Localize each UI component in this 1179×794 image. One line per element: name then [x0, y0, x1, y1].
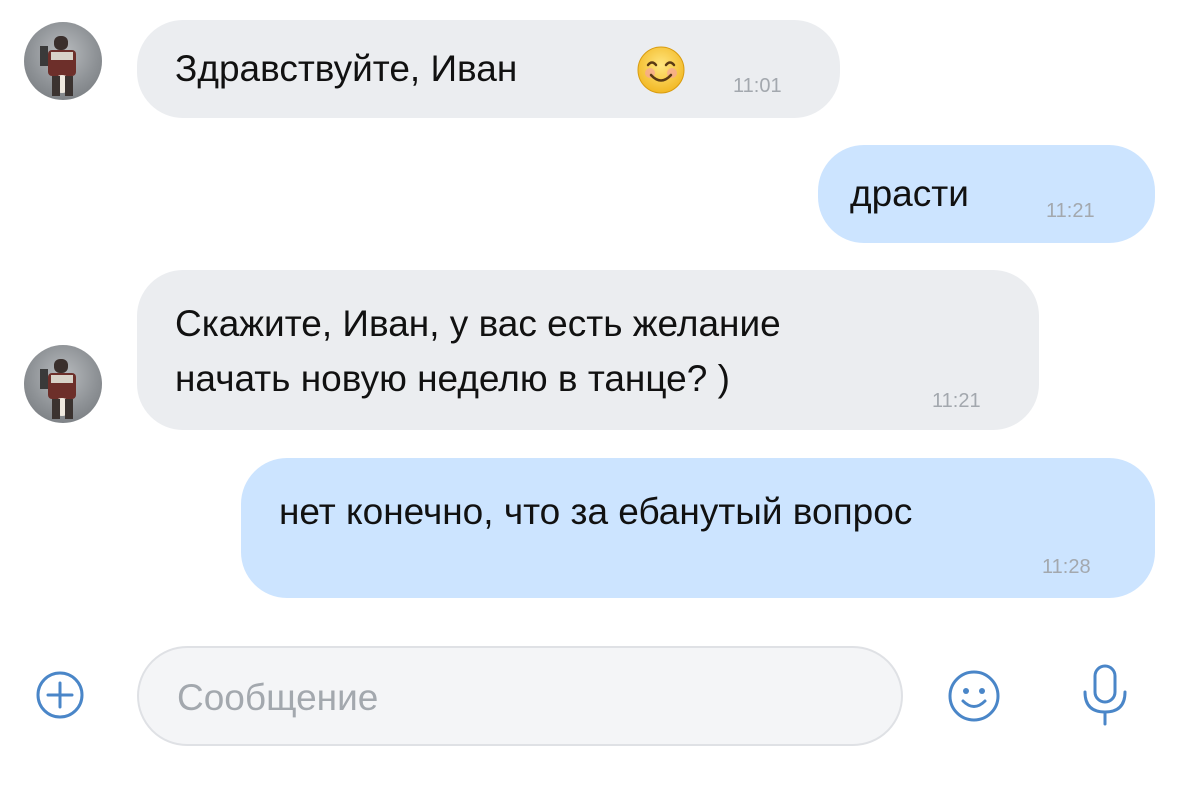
message-bubble-outgoing[interactable]: драсти 11:21 [818, 145, 1155, 243]
message-text-line-2: начать новую неделю в танце? ) [175, 358, 730, 399]
message-time: 11:21 [932, 390, 981, 412]
message-text: нет конечно, что за ебанутый вопрос [279, 491, 913, 532]
microphone-icon[interactable] [1073, 660, 1137, 730]
message-time: 11:28 [1042, 556, 1091, 578]
message-text-line-1: Скажите, Иван, у вас есть желание [175, 303, 781, 344]
sender-avatar[interactable] [24, 22, 102, 100]
smiling-face-emoji [637, 46, 685, 94]
message-input-placeholder: Сообщение [177, 677, 379, 718]
message-time: 11:01 [733, 75, 782, 97]
message-bubble-incoming[interactable]: Здравствуйте, Иван 11:01 [137, 20, 840, 118]
plus-circle-icon[interactable] [35, 670, 85, 720]
message-input[interactable]: Сообщение [137, 646, 903, 746]
smiley-icon[interactable] [946, 668, 1002, 724]
message-bubble-outgoing[interactable]: нет конечно, что за ебанутый вопрос 11:2… [241, 458, 1155, 598]
message-time: 11:21 [1046, 200, 1095, 222]
message-text: драсти [850, 173, 969, 214]
message-text: Здравствуйте, Иван [175, 48, 518, 89]
sender-avatar[interactable] [24, 345, 102, 423]
message-bubble-incoming[interactable]: Скажите, Иван, у вас есть желание начать… [137, 270, 1039, 430]
